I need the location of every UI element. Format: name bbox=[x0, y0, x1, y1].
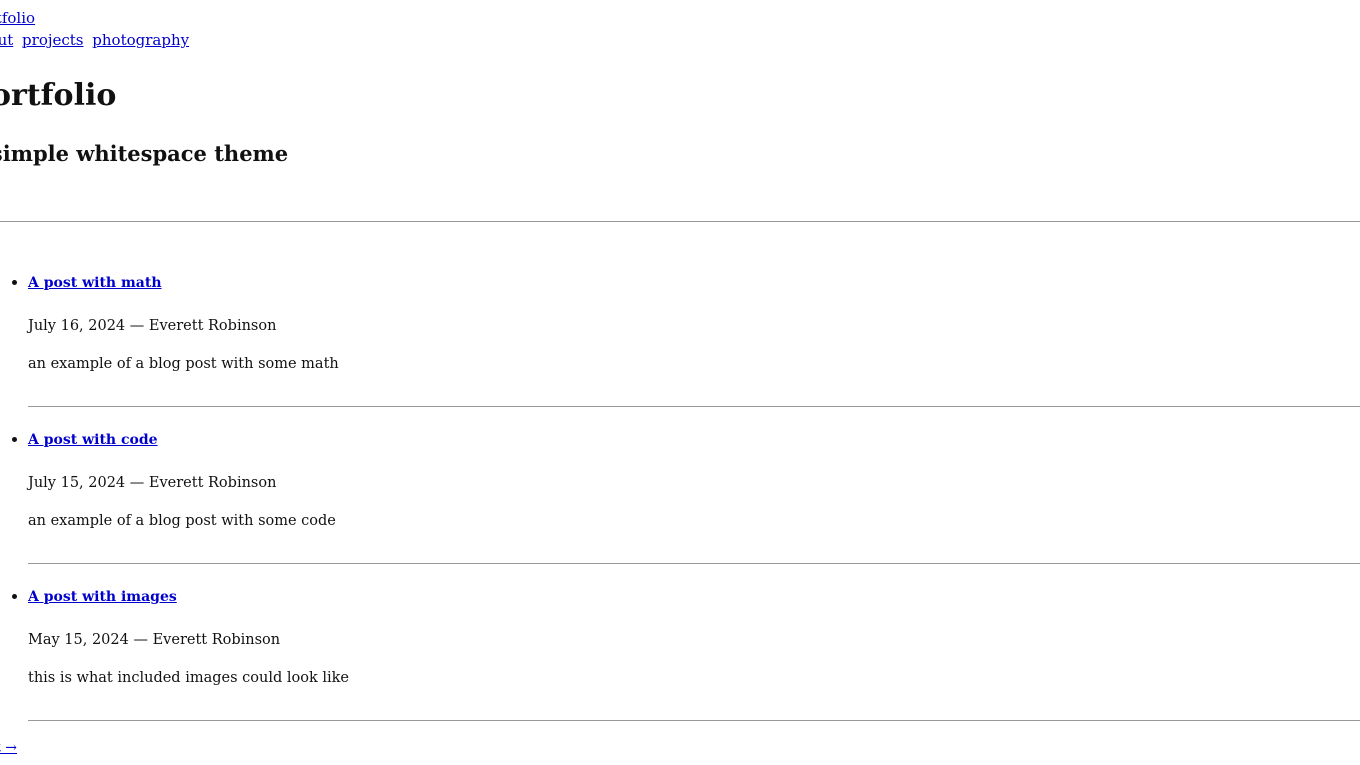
post-title-link[interactable]: A post with code bbox=[28, 417, 1360, 448]
post-title-link[interactable]: A post with images bbox=[28, 574, 1360, 605]
divider bbox=[28, 720, 1360, 721]
nav-link-about[interactable]: about bbox=[0, 31, 13, 49]
next-page-link[interactable]: next → bbox=[0, 740, 17, 756]
site-home-link[interactable]: portfolio bbox=[0, 9, 35, 27]
site-nav: about projects photography bbox=[0, 31, 193, 49]
nav-link-projects[interactable]: projects bbox=[22, 31, 83, 49]
page-subtitle: a simple whitespace theme bbox=[0, 141, 289, 166]
post-meta: July 16, 2024 — Everett Robinson bbox=[28, 318, 277, 334]
post-meta: July 15, 2024 — Everett Robinson bbox=[28, 475, 277, 491]
nav-link-photography[interactable]: photography bbox=[92, 31, 189, 49]
list-item: A post with code July 15, 2024 — Everett… bbox=[28, 417, 1360, 574]
post-description: an example of a blog post with some code bbox=[28, 513, 336, 529]
divider bbox=[0, 221, 1360, 222]
site-header: portfolio bbox=[0, 9, 35, 27]
list-item: A post with math July 16, 2024 — Everett… bbox=[28, 260, 1360, 417]
post-meta: May 15, 2024 — Everett Robinson bbox=[28, 632, 281, 648]
post-list: A post with math July 16, 2024 — Everett… bbox=[0, 260, 1360, 731]
pagination: next → bbox=[0, 740, 17, 756]
divider bbox=[28, 406, 1360, 407]
divider bbox=[28, 563, 1360, 564]
post-description: this is what included images could look … bbox=[28, 670, 349, 686]
page-title: portfolio bbox=[0, 78, 117, 113]
list-item: A post with images May 15, 2024 — Everet… bbox=[28, 574, 1360, 731]
post-description: an example of a blog post with some math bbox=[28, 356, 339, 372]
post-title-link[interactable]: A post with math bbox=[28, 260, 1360, 291]
